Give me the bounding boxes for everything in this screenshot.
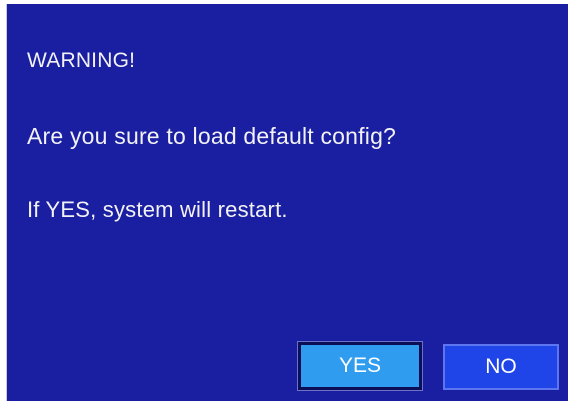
yes-button[interactable]: YES [297, 341, 423, 391]
no-button-label: NO [485, 355, 517, 378]
screen: WARNING! Are you sure to load default co… [0, 0, 571, 405]
warning-dialog: WARNING! Are you sure to load default co… [6, 4, 568, 401]
yes-button-label: YES [338, 354, 382, 377]
no-button[interactable]: NO [443, 344, 559, 390]
dialog-title: WARNING! [27, 49, 136, 72]
dialog-note: If YES, system will restart. [27, 197, 288, 222]
dialog-question: Are you sure to load default config? [27, 123, 397, 149]
